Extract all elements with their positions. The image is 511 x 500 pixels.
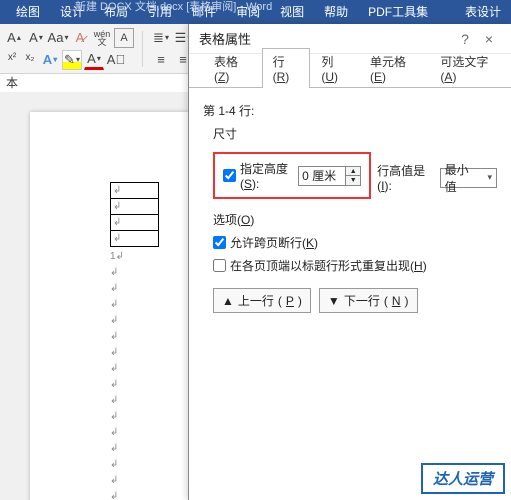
allow-break-checkbox[interactable]: 允许跨页断行(K): [213, 234, 318, 251]
superscript-icon[interactable]: x²: [4, 50, 20, 66]
dialog-tab-u[interactable]: 列(U): [310, 48, 359, 88]
ribbon-tab-pdftools[interactable]: PDF工具集: [358, 0, 438, 24]
close-icon[interactable]: ×: [477, 31, 501, 47]
table-row: ↲: [111, 231, 159, 247]
subscript-icon[interactable]: x₂: [22, 50, 38, 66]
ribbon-tab-view[interactable]: 视图: [270, 0, 314, 24]
decrease-font-icon[interactable]: A▾: [26, 28, 46, 48]
row-range-label: 第 1-4 行:: [203, 102, 497, 119]
paragraph-mark: ↲: [110, 409, 180, 425]
paragraph-mark: ↲: [110, 473, 180, 489]
table-row: ↲: [111, 199, 159, 215]
dialog-tabstrip: 表格(Z)行(R)列(U)单元格(E)可选文字(A): [189, 62, 511, 88]
character-border-icon[interactable]: A: [114, 28, 134, 48]
page-number-mark: 1↲: [110, 249, 180, 265]
row-height-is-label: 行高值是(I):: [377, 162, 433, 193]
paragraph-mark: ↲: [110, 393, 180, 409]
dialog-tab-r[interactable]: 行(R): [262, 48, 311, 88]
character-shading-icon[interactable]: A⃝: [106, 50, 126, 70]
paragraph-mark: ↲: [110, 281, 180, 297]
size-section-label: 尺寸: [213, 125, 497, 142]
table-properties-dialog: 表格属性 ? × 表格(Z)行(R)列(U)单元格(E)可选文字(A) 第 1-…: [188, 24, 511, 500]
font-color-icon[interactable]: A▾: [84, 50, 104, 70]
paragraph-mark: ↲: [110, 425, 180, 441]
dialog-body-row-tab: 第 1-4 行: 尺寸 指定高度(S): ▲ ▼ 行高值是(I): 最小值▾: [189, 88, 511, 323]
row-height-mode-select[interactable]: 最小值▾: [440, 168, 497, 188]
font-group: A▴ A▾ Aa▾ A̷ wén文 A x² x₂ A▾ ✎▾ A▾ A⃝: [4, 28, 134, 70]
options-section-label: 选项(O): [213, 211, 497, 228]
row-height-input[interactable]: ▲ ▼: [298, 166, 361, 186]
table-row: ↲: [111, 183, 159, 199]
dialog-tab-a[interactable]: 可选文字(A): [429, 48, 511, 88]
ribbon-tab-strip: 新建 DOCX 文档.docx [表格审阅] - Word 绘图 设计 布局 引…: [0, 0, 511, 24]
previous-row-button[interactable]: ▲ 上一行(P): [213, 288, 311, 313]
paragraph-mark: ↲: [110, 377, 180, 393]
paragraph-mark: ↲: [110, 345, 180, 361]
window-title-fragment: 新建 DOCX 文档.docx [表格审阅] - Word: [75, 0, 272, 14]
ribbon-tab-help[interactable]: 帮助: [314, 0, 358, 24]
watermark-badge: 达人运营: [421, 463, 505, 494]
paragraph-mark: ↲: [110, 457, 180, 473]
help-icon[interactable]: ?: [453, 31, 477, 47]
paragraph-mark: ↲: [110, 265, 180, 281]
paragraph-mark: ↲: [110, 489, 180, 500]
specify-height-group: 指定高度(S): ▲ ▼: [213, 152, 371, 199]
dialog-tab-z[interactable]: 表格(Z): [203, 48, 262, 88]
dialog-title: 表格属性: [199, 29, 251, 48]
clear-format-icon[interactable]: A̷: [70, 28, 90, 48]
spinner-up-icon[interactable]: ▲: [346, 167, 360, 176]
paragraph-mark: ↲: [110, 329, 180, 345]
document-table[interactable]: ↲ ↲ ↲ ↲: [110, 182, 159, 247]
specify-height-checkbox[interactable]: 指定高度(S):: [223, 160, 292, 191]
group-separator: [142, 31, 143, 67]
clipboard-label: 本: [6, 74, 18, 91]
spinner-down-icon[interactable]: ▼: [346, 176, 360, 185]
phonetic-guide-icon[interactable]: wén文: [92, 28, 112, 48]
text-effects-icon[interactable]: A▾: [40, 50, 60, 70]
paragraph-mark: ↲: [110, 297, 180, 313]
ribbon-tab-table-design[interactable]: 表设计: [455, 0, 511, 24]
ribbon-tab-draw[interactable]: 绘图: [6, 0, 50, 24]
highlight-icon[interactable]: ✎▾: [62, 50, 82, 70]
document-canvas[interactable]: ↲ ↲ ↲ ↲ 1↲ ↲↲↲↲↲↲↲↲↲↲↲↲↲↲↲↲↲↲: [0, 92, 190, 500]
paragraph-group: ≣▾ ☰▾ ≡ ≡: [151, 28, 193, 70]
paragraph-mark: ↲: [110, 361, 180, 377]
paragraph-mark: ↲: [110, 313, 180, 329]
paragraph-mark: ↲: [110, 441, 180, 457]
document-page: ↲ ↲ ↲ ↲ 1↲ ↲↲↲↲↲↲↲↲↲↲↲↲↲↲↲↲↲↲: [30, 112, 190, 500]
align-left-icon[interactable]: ≡: [151, 50, 171, 70]
change-case-icon[interactable]: Aa▾: [48, 28, 68, 48]
dialog-tab-e[interactable]: 单元格(E): [359, 48, 429, 88]
increase-font-icon[interactable]: A▴: [4, 28, 24, 48]
repeat-header-checkbox[interactable]: 在各页顶端以标题行形式重复出现(H): [213, 257, 427, 274]
table-row: ↲: [111, 215, 159, 231]
next-row-button[interactable]: ▼ 下一行(N): [319, 288, 418, 313]
bullets-icon[interactable]: ≣▾: [151, 28, 171, 48]
